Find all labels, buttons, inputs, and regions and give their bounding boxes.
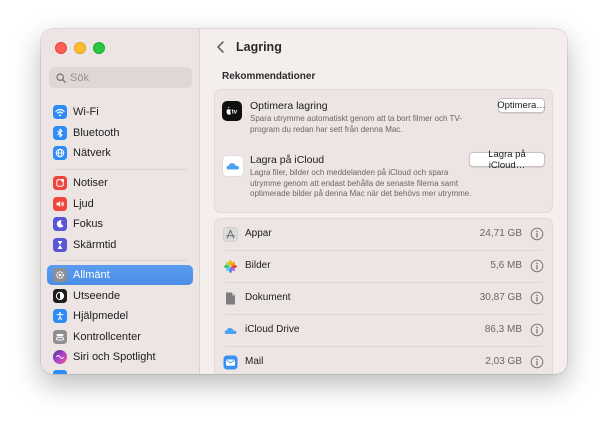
- recommendation-description: Spara utrymme automatiskt genom att ta b…: [250, 114, 462, 134]
- recommendation-title: Lagra på iCloud: [250, 154, 325, 166]
- photos-icon: [223, 259, 238, 274]
- sidebar-item-accessibility[interactable]: Hjälpmedel: [47, 306, 193, 326]
- sidebar-item-control-center[interactable]: Kontrollcenter: [47, 327, 193, 347]
- document-icon: [223, 291, 238, 306]
- minimize-button[interactable]: [74, 42, 86, 54]
- search-box[interactable]: [49, 67, 192, 88]
- chevron-left-icon: [217, 41, 224, 53]
- sidebar-item-bluetooth[interactable]: Bluetooth: [47, 123, 193, 143]
- sidebar-item-network[interactable]: Nätverk: [47, 143, 193, 163]
- info-icon[interactable]: [530, 323, 544, 337]
- recommendation-title: Optimera lagring: [250, 100, 328, 112]
- hourglass-icon: [53, 237, 67, 252]
- sidebar-group-network: Wi-Fi Bluetooth Nätverk: [47, 102, 193, 164]
- sidebar-group-notifications: Notiser Ljud Fokus Skärmtid: [47, 173, 193, 255]
- sidebar-item-general[interactable]: Allmänt: [47, 265, 193, 285]
- mail-icon: [223, 355, 238, 370]
- storage-item-size: 5,6 MB: [490, 260, 522, 271]
- info-icon[interactable]: [530, 259, 544, 273]
- window-controls: [55, 42, 105, 54]
- sidebar-item-wifi[interactable]: Wi-Fi: [47, 102, 193, 122]
- moon-icon: [53, 217, 67, 231]
- sidebar-item-screen-time[interactable]: Skärmtid: [47, 235, 193, 255]
- sidebar-item-label: Utseende: [73, 289, 121, 302]
- storage-row-icloud-drive[interactable]: iCloud Drive 86,3 MB: [215, 315, 552, 346]
- close-button[interactable]: [55, 42, 67, 54]
- store-in-icloud-button[interactable]: Lagra på iCloud…: [469, 149, 545, 171]
- app-store-icon: [223, 227, 238, 242]
- sidebar-divider: [55, 169, 187, 170]
- sidebar-item-sound[interactable]: Ljud: [47, 194, 193, 214]
- storage-item-size: 24,71 GB: [479, 228, 522, 239]
- back-button[interactable]: [214, 39, 228, 55]
- storage-row-photos[interactable]: Bilder 5,6 MB: [215, 251, 552, 282]
- storage-item-size: 86,3 MB: [484, 324, 522, 335]
- control-center-icon: [53, 329, 67, 344]
- sidebar-item-label: Skärmtid: [73, 238, 117, 251]
- sidebar-item-label: Bluetooth: [73, 126, 120, 139]
- info-icon[interactable]: [530, 291, 544, 305]
- storage-item-name: iCloud Drive: [245, 324, 300, 335]
- icloud-drive-icon: [223, 323, 238, 338]
- svg-text:tv: tv: [232, 110, 238, 116]
- sidebar-item-appearance[interactable]: Utseende: [47, 286, 193, 306]
- section-heading: Rekommendationer: [222, 71, 316, 82]
- storage-item-name: Mail: [245, 356, 264, 367]
- sidebar-item-label: Hjälpmedel: [73, 310, 129, 322]
- optimize-button[interactable]: Optimera…: [497, 98, 546, 113]
- sidebar-item-label: Nätverk: [73, 147, 111, 159]
- sidebar-item-label: Fokus: [73, 218, 103, 230]
- sidebar: Wi-Fi Bluetooth Nätverk N: [41, 29, 200, 374]
- sidebar-item-notifications[interactable]: Notiser: [47, 173, 193, 193]
- storage-item-name: Bilder: [245, 260, 271, 271]
- recommendation-optimize: tv Optimera lagring Spara utrymme automa…: [215, 90, 552, 146]
- info-icon[interactable]: [530, 227, 544, 241]
- wifi-icon: [53, 105, 67, 119]
- speaker-icon: [53, 196, 67, 211]
- main-content: Lagring Rekommendationer tv Optimera lag…: [200, 29, 567, 374]
- settings-window: Wi-Fi Bluetooth Nätverk N: [41, 29, 567, 374]
- storage-row-apps[interactable]: Appar 24,71 GB: [215, 219, 552, 250]
- storage-item-name: Appar: [245, 228, 272, 239]
- sidebar-item-focus[interactable]: Fokus: [47, 214, 193, 234]
- sidebar-item-siri-spotlight[interactable]: Siri och Spotlight: [47, 347, 193, 367]
- info-icon[interactable]: [530, 355, 544, 369]
- page-title: Lagring: [236, 40, 282, 54]
- sidebar-divider: [55, 260, 187, 261]
- bluetooth-icon: [53, 125, 67, 140]
- recommendations-card: tv Optimera lagring Spara utrymme automa…: [214, 89, 553, 213]
- search-icon: [56, 72, 66, 83]
- recommendation-icloud: Lagra på iCloud Lagra filer, bilder och …: [215, 146, 552, 212]
- sidebar-item-label: Allmänt: [73, 269, 110, 281]
- storage-item-size: 2,03 GB: [485, 356, 522, 367]
- siri-icon: [53, 350, 67, 364]
- storage-item-size: 30,87 GB: [479, 292, 522, 303]
- apple-tv-icon: tv: [222, 101, 242, 121]
- storage-item-name: Dokument: [245, 292, 291, 303]
- zoom-button[interactable]: [93, 42, 105, 54]
- sidebar-item-label: Notiser: [73, 177, 108, 189]
- sidebar-item-label: Wi-Fi: [73, 106, 99, 118]
- toolbar: Lagring: [200, 29, 567, 63]
- storage-row-documents[interactable]: Dokument 30,87 GB: [215, 283, 552, 314]
- storage-list-card: Appar 24,71 GB Bilder 5,6 MB Dokument 30…: [214, 218, 553, 374]
- sidebar-item-label: Siri och Spotlight: [73, 351, 156, 363]
- appearance-icon: [53, 288, 67, 303]
- bell-icon: [53, 176, 67, 190]
- search-input[interactable]: [70, 71, 180, 84]
- sidebar-group-general: Allmänt Utseende Hjälpmedel Kontrollcent…: [47, 265, 193, 368]
- gear-icon: [53, 268, 67, 282]
- accessibility-icon: [53, 309, 67, 323]
- sidebar-item-partial: [53, 370, 67, 374]
- storage-row-mail[interactable]: Mail 2,03 GB: [215, 347, 552, 374]
- globe-icon: [53, 146, 67, 160]
- icloud-icon: [222, 155, 244, 177]
- recommendation-description: Lagra filer, bilder och meddelanden på i…: [250, 168, 472, 198]
- sidebar-item-label: Kontrollcenter: [73, 330, 141, 343]
- sidebar-item-label: Ljud: [73, 197, 94, 210]
